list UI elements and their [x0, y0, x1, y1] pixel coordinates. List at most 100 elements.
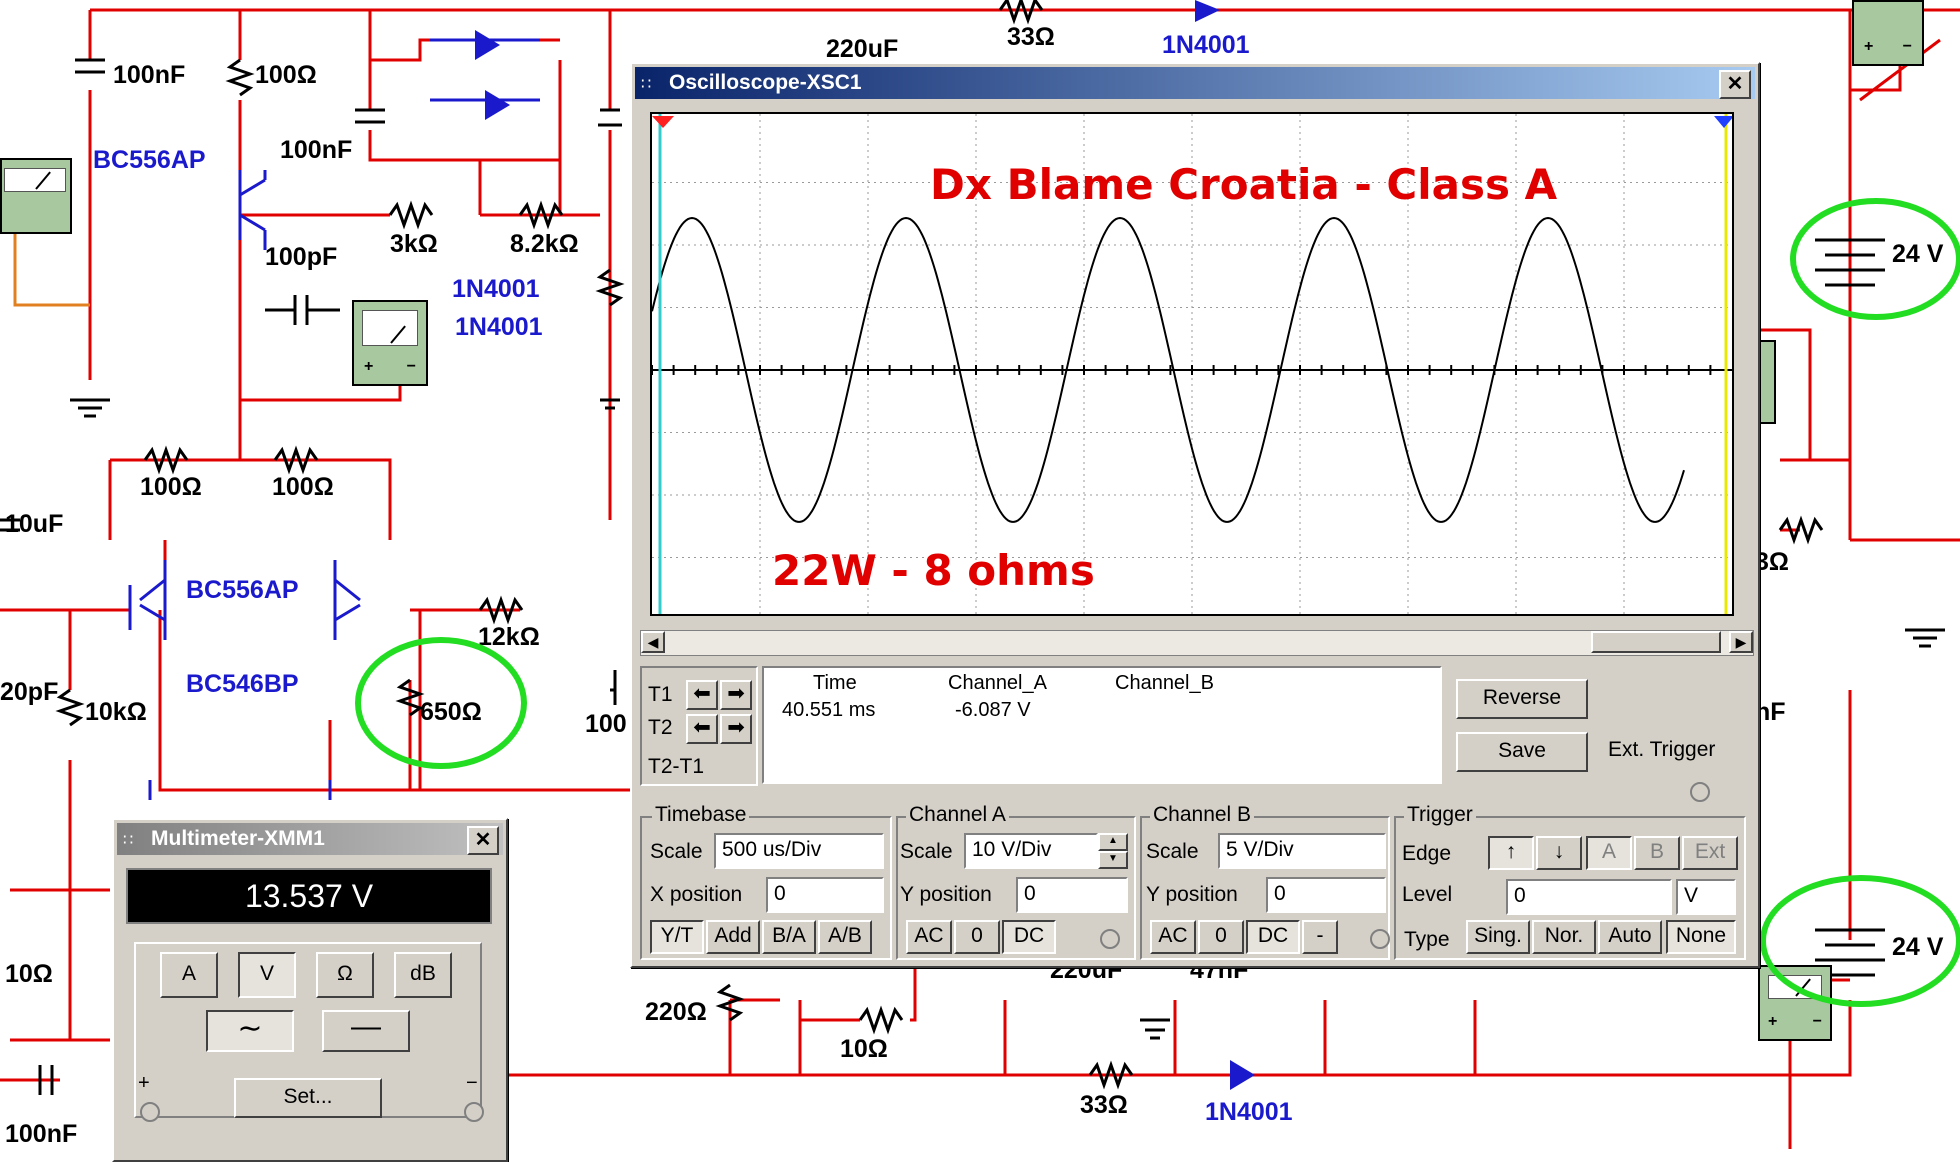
window-title: Multimeter-XMM1 [151, 827, 325, 850]
scroll-left-button[interactable]: ◀ [641, 631, 665, 653]
x-position-field[interactable]: 0 [766, 877, 884, 913]
minus-terminal[interactable] [464, 1102, 484, 1122]
mode-decibel-button[interactable]: dB [394, 952, 452, 998]
timebase-scale-field[interactable]: 500 us/Div [714, 833, 884, 869]
label-diode-1n4001: 1N4001 [1162, 31, 1250, 59]
label-capacitor-10uf: 10uF [5, 510, 64, 538]
channel-b-zero-button[interactable]: 0 [1198, 920, 1244, 954]
cursor-t2t1-label: T2-T1 [648, 755, 705, 778]
oscilloscope-titlebar[interactable]: ∷ Oscilloscope-XSC1 ✕ [635, 67, 1755, 99]
channel-b-dc-button[interactable]: DC [1246, 920, 1300, 954]
app-icon: ∷ [641, 76, 652, 93]
channel-b-minus-button[interactable]: - [1302, 920, 1338, 954]
readout-channel-a-value: -6.087 V [955, 699, 1031, 721]
multimeter-display: 13.537 V [126, 868, 492, 924]
mode-voltmeter-button[interactable]: V [238, 952, 296, 998]
meter-instrument-top-right[interactable]: + − [1852, 0, 1924, 66]
oscilloscope-screen[interactable]: Dx Blame Croatia - Class A 22W - 8 ohms [650, 112, 1734, 616]
t1-left-arrow-button[interactable]: ⬅ [686, 680, 718, 710]
cursor-t1-marker-icon[interactable] [652, 116, 674, 128]
trigger-level-unit-field[interactable]: V [1676, 879, 1736, 915]
t2-left-arrow-button[interactable]: ⬅ [686, 714, 718, 744]
mode-yt-button[interactable]: Y/T [650, 920, 704, 954]
mode-ba-button[interactable]: B/A [762, 920, 816, 954]
channel-a-terminal[interactable] [1100, 929, 1120, 949]
ac-mode-button[interactable]: ∼ [206, 1010, 294, 1052]
cursor-t2-marker-icon[interactable] [1714, 116, 1732, 128]
trigger-auto-button[interactable]: Auto [1598, 920, 1662, 954]
dc-mode-button[interactable]: — [322, 1010, 410, 1052]
multimeter-window[interactable]: ∷ Multimeter-XMM1 ✕ 13.537 V A V Ω dB ∼ … [112, 818, 508, 1162]
cursor-t1-label: T1 [648, 683, 673, 706]
timebase-title: Timebase [652, 803, 750, 827]
label-resistor-100: 100Ω [255, 61, 317, 89]
multimeter-titlebar[interactable]: ∷ Multimeter-XMM1 ✕ [117, 823, 503, 855]
x-position-label: X position [650, 883, 743, 906]
function-generator-instrument[interactable] [0, 158, 72, 234]
scroll-right-button[interactable]: ▶ [1729, 631, 1753, 653]
highlight-circle-battery-top [1790, 198, 1960, 320]
channel-a-y-position-label: Y position [900, 883, 992, 906]
save-button[interactable]: Save [1456, 732, 1588, 772]
scrollbar-thumb[interactable] [1591, 631, 1721, 653]
reverse-button[interactable]: Reverse [1456, 679, 1588, 719]
close-button[interactable]: ✕ [1719, 70, 1751, 99]
channel-a-scale-label: Scale [900, 840, 953, 863]
scale-up-spinner-icon[interactable]: ▲ [1098, 833, 1128, 851]
horizontal-scrollbar[interactable]: ◀ ▶ [640, 630, 1754, 656]
label-resistor-3: 3Ω [1755, 548, 1789, 576]
channel-a-ac-button[interactable]: AC [906, 920, 952, 954]
voltmeter-instrument[interactable]: + − [352, 300, 428, 386]
channel-a-scale-field[interactable]: 10 V/Div [964, 833, 1098, 869]
ext-trigger-terminal[interactable] [1690, 782, 1710, 802]
settings-button[interactable]: Set... [234, 1078, 382, 1118]
channel-a-dc-button[interactable]: DC [1002, 920, 1056, 954]
readout-header-time: Time [813, 672, 857, 694]
mode-ammeter-button[interactable]: A [160, 952, 218, 998]
channel-b-scale-label: Scale [1146, 840, 1199, 863]
trigger-single-button[interactable]: Sing. [1466, 920, 1530, 954]
channel-a-y-position-field[interactable]: 0 [1016, 877, 1128, 913]
trigger-level-label: Level [1402, 883, 1453, 906]
readout-time-value: 40.551 ms [782, 699, 876, 721]
label-transistor-bc556ap: BC556AP [93, 146, 206, 174]
close-button[interactable]: ✕ [467, 826, 499, 855]
trigger-normal-button[interactable]: Nor. [1532, 920, 1596, 954]
rising-edge-button[interactable]: ↑ [1488, 836, 1534, 870]
label-resistor-3k: 3kΩ [390, 230, 438, 258]
plus-terminal-label: + [138, 1072, 150, 1094]
plus-terminal[interactable] [140, 1102, 160, 1122]
minus-terminal: − [1902, 38, 1912, 55]
channel-b-terminal[interactable] [1370, 929, 1390, 949]
trigger-source-b-button[interactable]: B [1634, 836, 1680, 870]
trigger-source-ext-button[interactable]: Ext [1682, 836, 1738, 870]
t1-right-arrow-button[interactable]: ➡ [720, 680, 752, 710]
channel-b-y-position-field[interactable]: 0 [1266, 877, 1386, 913]
label-capacitor-20pf: 20pF [0, 678, 59, 706]
label-transistor-bc556ap: BC556AP [186, 576, 299, 604]
t2-right-arrow-button[interactable]: ➡ [720, 714, 752, 744]
measurement-readout [762, 666, 1442, 784]
mode-ab-button[interactable]: A/B [818, 920, 872, 954]
orange-wire [13, 230, 90, 307]
label-resistor-33: 33Ω [1007, 23, 1055, 51]
label-resistor-100-partial: 100 [585, 710, 627, 738]
label-resistor-10: 10Ω [840, 1035, 888, 1063]
app-icon: ∷ [123, 832, 134, 849]
channel-b-ac-button[interactable]: AC [1150, 920, 1196, 954]
falling-edge-button[interactable]: ↓ [1536, 836, 1582, 870]
scale-down-spinner-icon[interactable]: ▼ [1098, 851, 1128, 869]
instrument-face [4, 168, 66, 192]
trigger-none-button[interactable]: None [1666, 920, 1736, 954]
channel-a-zero-button[interactable]: 0 [954, 920, 1000, 954]
trigger-level-field[interactable]: 0 [1506, 879, 1672, 915]
trigger-source-a-button[interactable]: A [1586, 836, 1632, 870]
mode-ohmmeter-button[interactable]: Ω [316, 952, 374, 998]
mode-add-button[interactable]: Add [706, 920, 760, 954]
annotation-subtitle: 22W - 8 ohms [772, 546, 1095, 595]
plus-terminal: + [364, 358, 374, 375]
channel-b-scale-field[interactable]: 5 V/Div [1218, 833, 1386, 869]
annotation-title: Dx Blame Croatia - Class A [930, 160, 1558, 209]
minus-terminal: − [406, 358, 416, 375]
label-resistor-12k: 12kΩ [478, 623, 540, 651]
